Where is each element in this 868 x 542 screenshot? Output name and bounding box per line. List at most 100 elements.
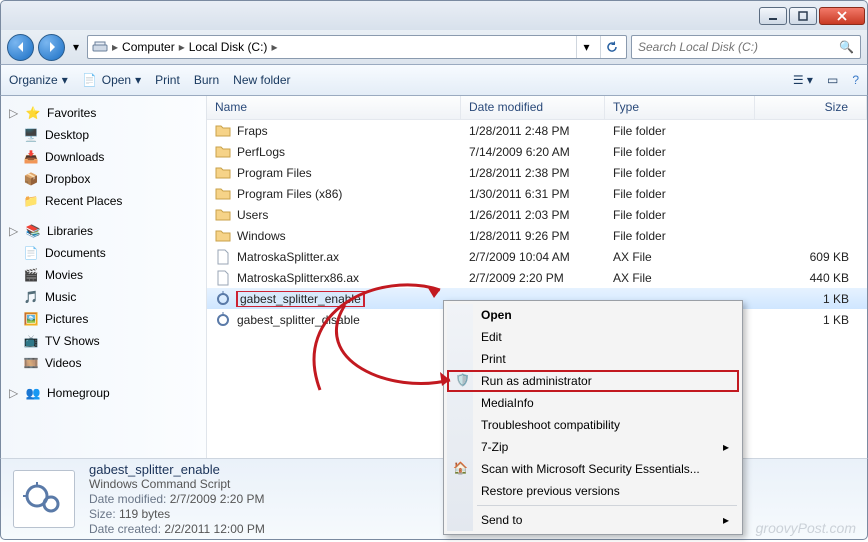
ctx-troubleshoot[interactable]: Troubleshoot compatibility — [447, 414, 739, 436]
file-name: gabest_splitter_disable — [237, 313, 360, 327]
search-box[interactable]: 🔍 — [631, 35, 861, 59]
ctx-scan[interactable]: 🏠Scan with Microsoft Security Essentials… — [447, 458, 739, 480]
file-date: 2/7/2009 10:04 AM — [461, 250, 605, 264]
back-button[interactable] — [7, 34, 34, 61]
nav-music[interactable]: 🎵Music — [1, 286, 206, 308]
details-modified-label: Date modified: — [89, 492, 166, 506]
toolbar: Organize ▾ 📄Open ▾ Print Burn New folder… — [0, 64, 868, 96]
address-dropdown[interactable]: ▾ — [576, 36, 596, 58]
ctx-run-as-admin[interactable]: 🛡️Run as administrator — [447, 370, 739, 392]
file-row[interactable]: Program Files (x86)1/30/2011 6:31 PMFile… — [207, 183, 867, 204]
search-input[interactable] — [638, 40, 839, 54]
view-button[interactable]: ☰ ▾ — [793, 73, 813, 87]
col-type[interactable]: Type — [605, 96, 755, 119]
file-icon — [215, 228, 231, 244]
file-icon — [215, 207, 231, 223]
burn-button[interactable]: Burn — [194, 73, 219, 87]
breadcrumb-drive[interactable]: Local Disk (C:) — [189, 40, 268, 54]
ctx-mediainfo[interactable]: MediaInfo — [447, 392, 739, 414]
open-icon: 📄 — [82, 72, 98, 88]
minimize-button[interactable] — [759, 7, 787, 25]
new-folder-button[interactable]: New folder — [233, 73, 290, 87]
open-button[interactable]: 📄Open ▾ — [82, 72, 141, 88]
nav-homegroup[interactable]: ▷👥Homegroup — [1, 382, 206, 404]
breadcrumb-sep[interactable]: ▸ — [179, 40, 185, 54]
details-subtitle: Windows Command Script — [89, 477, 265, 491]
file-row[interactable]: MatroskaSplitterx86.ax2/7/2009 2:20 PMAX… — [207, 267, 867, 288]
file-icon — [215, 291, 231, 307]
breadcrumb-computer[interactable]: Computer — [122, 40, 175, 54]
file-icon — [215, 249, 231, 265]
documents-icon: 📄 — [23, 245, 39, 261]
watermark: groovyPost.com — [756, 520, 856, 536]
drive-icon — [92, 39, 108, 55]
file-type: File folder — [605, 166, 755, 180]
nav-history-dropdown[interactable]: ▾ — [69, 35, 83, 59]
file-icon — [215, 186, 231, 202]
col-date[interactable]: Date modified — [461, 96, 605, 119]
file-name: Windows — [237, 229, 286, 243]
file-row[interactable]: Windows1/28/2011 9:26 PMFile folder — [207, 225, 867, 246]
file-icon — [215, 165, 231, 181]
address-bar[interactable]: ▸ Computer ▸ Local Disk (C:) ▸ ▾ — [87, 35, 627, 59]
recent-icon: 📁 — [23, 193, 39, 209]
details-modified-value: 2/7/2009 2:20 PM — [170, 492, 265, 506]
ctx-restore[interactable]: Restore previous versions — [447, 480, 739, 502]
videos-icon: 🎞️ — [23, 355, 39, 371]
col-size[interactable]: Size — [755, 96, 867, 119]
file-name: MatroskaSplitter.ax — [237, 250, 339, 264]
nav-dropbox[interactable]: 📦Dropbox — [1, 168, 206, 190]
col-name[interactable]: Name — [207, 96, 461, 119]
file-date: 7/14/2009 6:20 AM — [461, 145, 605, 159]
pictures-icon: 🖼️ — [23, 311, 39, 327]
details-created-label: Date created: — [89, 522, 161, 536]
nav-movies[interactable]: 🎬Movies — [1, 264, 206, 286]
file-row[interactable]: Fraps1/28/2011 2:48 PMFile folder — [207, 120, 867, 141]
file-icon — [215, 312, 231, 328]
details-size-label: Size: — [89, 507, 116, 521]
file-row[interactable]: Users1/26/2011 2:03 PMFile folder — [207, 204, 867, 225]
preview-pane-button[interactable]: ▭ — [827, 73, 838, 87]
print-button[interactable]: Print — [155, 73, 180, 87]
ctx-open[interactable]: Open — [447, 304, 739, 326]
help-button[interactable]: ? — [852, 73, 859, 87]
close-button[interactable] — [819, 7, 865, 25]
desktop-icon: 🖥️ — [23, 127, 39, 143]
breadcrumb-sep[interactable]: ▸ — [112, 40, 118, 54]
nav-pictures[interactable]: 🖼️Pictures — [1, 308, 206, 330]
ctx-edit[interactable]: Edit — [447, 326, 739, 348]
details-created-value: 2/2/2011 12:00 PM — [164, 522, 265, 536]
breadcrumb-sep[interactable]: ▸ — [271, 40, 277, 54]
column-headers: Name Date modified Type Size — [207, 96, 867, 120]
forward-button[interactable] — [38, 34, 65, 61]
file-icon — [215, 123, 231, 139]
ctx-7zip[interactable]: 7-Zip▸ — [447, 436, 739, 458]
maximize-button[interactable] — [789, 7, 817, 25]
file-row[interactable]: Program Files1/28/2011 2:38 PMFile folde… — [207, 162, 867, 183]
nav-videos[interactable]: 🎞️Videos — [1, 352, 206, 374]
nav-downloads[interactable]: 📥Downloads — [1, 146, 206, 168]
file-name: MatroskaSplitterx86.ax — [237, 271, 359, 285]
ctx-print[interactable]: Print — [447, 348, 739, 370]
nav-favorites[interactable]: ▷⭐Favorites — [1, 102, 206, 124]
refresh-button[interactable] — [600, 36, 622, 58]
file-name: Program Files (x86) — [237, 187, 342, 201]
file-row[interactable]: MatroskaSplitter.ax2/7/2009 10:04 AMAX F… — [207, 246, 867, 267]
file-name: Fraps — [237, 124, 268, 138]
details-size-value: 119 bytes — [119, 507, 170, 521]
file-type: File folder — [605, 208, 755, 222]
nav-desktop[interactable]: 🖥️Desktop — [1, 124, 206, 146]
details-title: gabest_splitter_enable — [89, 462, 265, 477]
ctx-sendto[interactable]: Send to▸ — [447, 509, 739, 531]
nav-documents[interactable]: 📄Documents — [1, 242, 206, 264]
nav-libraries[interactable]: ▷📚Libraries — [1, 220, 206, 242]
file-date: 2/7/2009 2:20 PM — [461, 271, 605, 285]
nav-recent[interactable]: 📁Recent Places — [1, 190, 206, 212]
libraries-icon: 📚 — [25, 223, 41, 239]
nav-pane[interactable]: ▷⭐Favorites 🖥️Desktop 📥Downloads 📦Dropbo… — [1, 96, 207, 458]
nav-tvshows[interactable]: 📺TV Shows — [1, 330, 206, 352]
homegroup-icon: 👥 — [25, 385, 41, 401]
file-row[interactable]: PerfLogs7/14/2009 6:20 AMFile folder — [207, 141, 867, 162]
organize-button[interactable]: Organize ▾ — [9, 73, 68, 87]
file-name: Program Files — [237, 166, 312, 180]
